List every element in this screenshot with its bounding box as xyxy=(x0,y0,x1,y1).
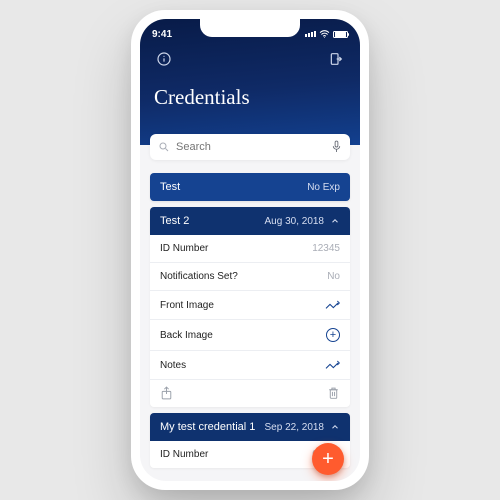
plus-icon: + xyxy=(322,448,334,471)
credential-name: Test xyxy=(160,181,180,193)
chevron-up-icon xyxy=(330,422,340,432)
detail-row-front-image[interactable]: Front Image xyxy=(150,291,350,320)
search-icon xyxy=(158,141,170,153)
chevron-up-icon xyxy=(330,216,340,226)
exit-icon[interactable] xyxy=(326,49,346,69)
trash-icon[interactable] xyxy=(327,386,340,401)
edit-icon[interactable] xyxy=(324,299,340,311)
wifi-icon xyxy=(319,30,330,38)
credential-item-test2[interactable]: Test 2 Aug 30, 2018 xyxy=(150,207,350,235)
search-bar[interactable] xyxy=(150,134,350,160)
detail-row-notes[interactable]: Notes xyxy=(150,351,350,380)
detail-label: Notes xyxy=(160,360,186,371)
signal-icon xyxy=(305,31,316,37)
credential-item-mytest[interactable]: My test credential 1 Sep 22, 2018 xyxy=(150,413,350,441)
credential-item-test[interactable]: Test No Exp xyxy=(150,173,350,201)
add-credential-fab[interactable]: + xyxy=(312,443,344,475)
credential-name: My test credential 1 xyxy=(160,421,255,433)
edit-icon[interactable] xyxy=(324,359,340,371)
top-bar xyxy=(152,47,348,71)
credential-detail-card: ID Number 12345 Notifications Set? No Fr… xyxy=(150,235,350,407)
status-time: 9:41 xyxy=(152,29,172,40)
detail-label: ID Number xyxy=(160,243,208,254)
search-input[interactable] xyxy=(176,141,331,153)
device-notch xyxy=(200,19,300,37)
share-icon[interactable] xyxy=(160,386,173,401)
detail-value: 12345 xyxy=(312,243,340,254)
detail-label: ID Number xyxy=(160,449,208,460)
detail-row-back-image[interactable]: Back Image + xyxy=(150,320,350,351)
detail-label: Back Image xyxy=(160,330,213,341)
credential-meta: No Exp xyxy=(307,182,340,193)
detail-value: No xyxy=(327,271,340,282)
detail-label: Notifications Set? xyxy=(160,271,238,282)
mic-icon[interactable] xyxy=(331,140,342,154)
detail-row-notifications: Notifications Set? No xyxy=(150,263,350,291)
page-title: Credentials xyxy=(154,85,348,110)
info-icon[interactable] xyxy=(154,49,174,69)
credential-name: Test 2 xyxy=(160,215,189,227)
add-icon[interactable]: + xyxy=(326,328,340,342)
credential-meta: Aug 30, 2018 xyxy=(265,216,325,227)
app-header: 9:41 Credentials xyxy=(140,19,360,145)
content-area: Test No Exp Test 2 Aug 30, 2018 ID Numbe… xyxy=(140,145,360,468)
credential-meta: Sep 22, 2018 xyxy=(265,422,325,433)
detail-row-id: ID Number 12345 xyxy=(150,235,350,263)
detail-action-row xyxy=(150,380,350,407)
battery-icon xyxy=(333,31,348,38)
detail-label: Front Image xyxy=(160,300,214,311)
